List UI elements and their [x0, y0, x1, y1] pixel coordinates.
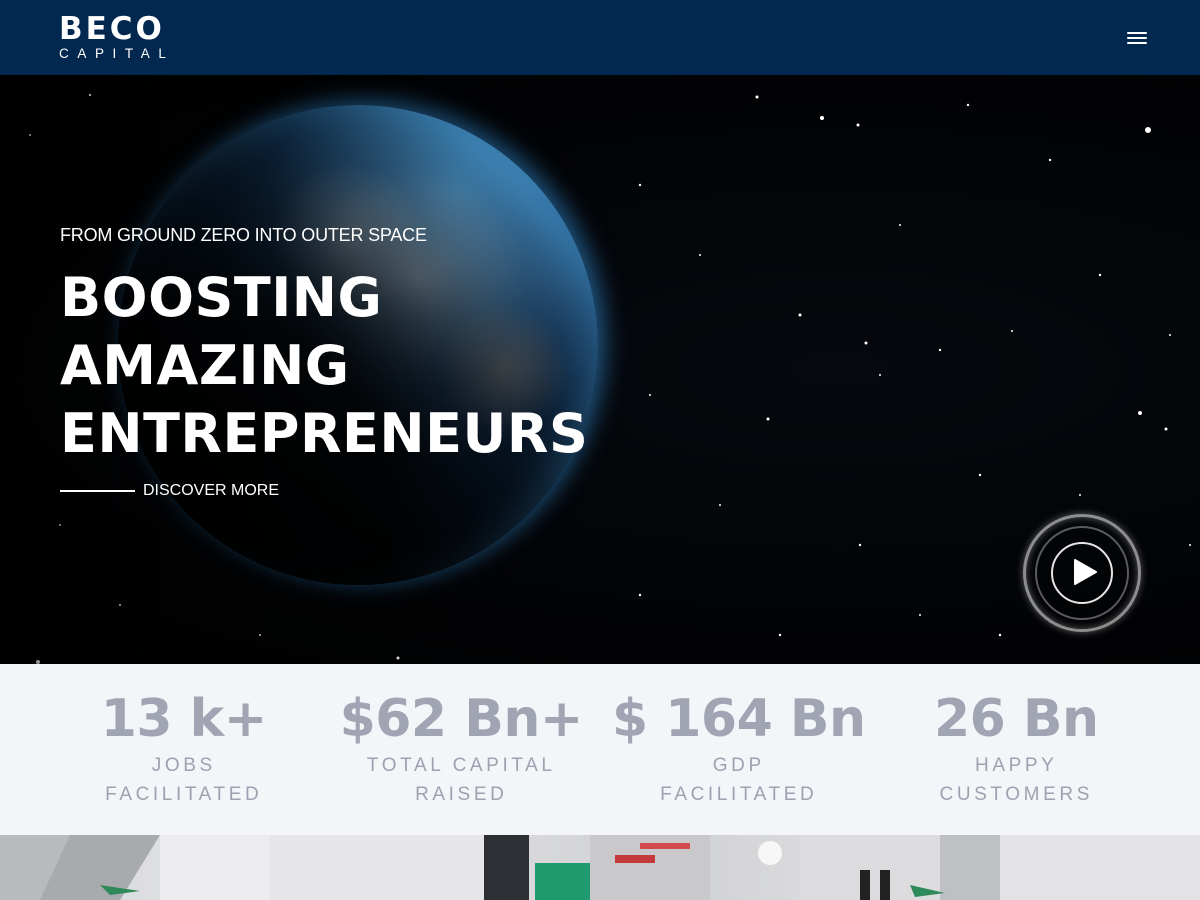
logo[interactable]: BECO CAPITAL: [59, 14, 174, 61]
stat-jobs: 13 k+ JOBS FACILITATED: [45, 664, 323, 835]
play-icon: [1074, 559, 1097, 585]
menu-line: [1127, 31, 1147, 34]
office-ceiling-image: [0, 835, 1200, 900]
stat-value: $ 164 Bn: [611, 689, 866, 749]
stat-label: HAPPY CUSTOMERS: [939, 755, 1093, 805]
logo-main-text: BECO: [59, 11, 165, 48]
logo-sub-text: CAPITAL: [59, 46, 175, 62]
hero-title-line: ENTREPRENEURS: [60, 402, 589, 465]
hero-kicker: FROM GROUND ZERO INTO OUTER SPACE: [60, 225, 427, 245]
discover-line: [60, 490, 135, 492]
stat-label: JOBS FACILITATED: [105, 755, 263, 805]
discover-more-link[interactable]: DISCOVER MORE: [60, 482, 588, 500]
hero-section: FROM GROUND ZERO INTO OUTER SPACE BOOSTI…: [0, 75, 1200, 664]
menu-line: [1127, 41, 1147, 44]
play-video-button[interactable]: [1023, 514, 1141, 632]
stat-value: 26 Bn: [933, 689, 1099, 749]
stat-capital: $62 Bn+ TOTAL CAPITAL RAISED: [323, 664, 601, 835]
stat-value: 13 k+: [100, 689, 268, 749]
site-header: BECO CAPITAL: [0, 0, 1200, 75]
office-photo-strip: [0, 835, 1200, 900]
stats-section: 13 k+ JOBS FACILITATED $62 Bn+ TOTAL CAP…: [0, 664, 1200, 835]
stat-label: TOTAL CAPITAL RAISED: [366, 755, 556, 805]
hamburger-menu-icon[interactable]: [1127, 30, 1147, 46]
hero-content: FROM GROUND ZERO INTO OUTER SPACE BOOSTI…: [60, 225, 588, 500]
discover-more-label: DISCOVER MORE: [143, 482, 280, 499]
stat-label: GDP FACILITATED: [660, 755, 818, 805]
hero-title-line: BOOSTING: [60, 266, 383, 329]
hero-title-line: AMAZING: [60, 334, 350, 397]
menu-line: [1127, 36, 1147, 39]
hero-title: BOOSTING AMAZING ENTREPRENEURS: [60, 264, 588, 468]
stat-customers: 26 Bn HAPPY CUSTOMERS: [878, 664, 1156, 835]
stat-value: $62 Bn+: [339, 689, 584, 749]
stat-gdp: $ 164 Bn GDP FACILITATED: [600, 664, 878, 835]
